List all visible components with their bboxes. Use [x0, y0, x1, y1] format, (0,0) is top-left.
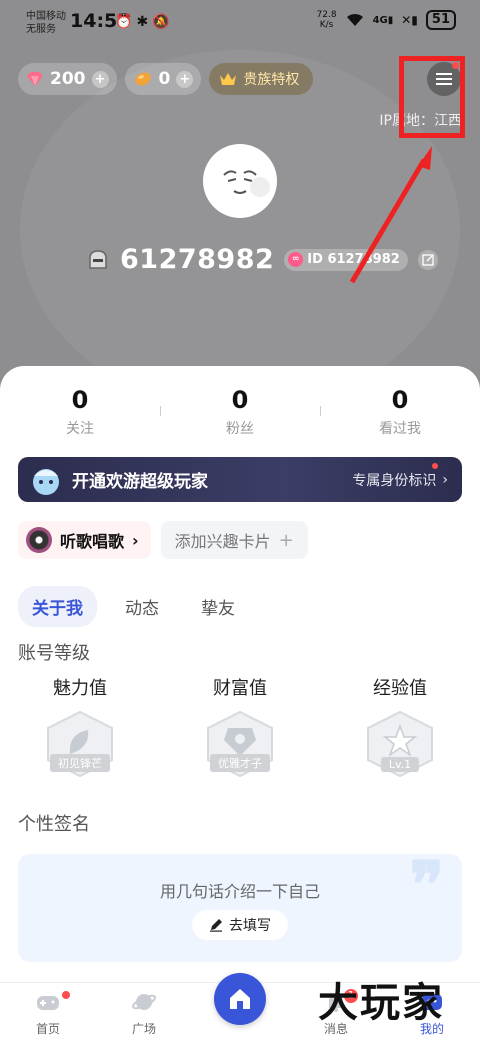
nav-center-home-button[interactable] — [214, 973, 266, 1025]
profile-content-sheet: 0 关注 0 粉丝 0 看过我 开通欢游超级玩家 专属身份标识 › 听歌唱歌 ›… — [0, 366, 480, 1040]
nav-square[interactable]: 广场 — [114, 989, 174, 1037]
exclusive-identity-link[interactable]: 专属身份标识 › — [352, 470, 448, 490]
super-player-banner[interactable]: 开通欢游超级玩家 专属身份标识 › — [18, 457, 462, 502]
tab-about-me[interactable]: 关于我 — [18, 586, 97, 627]
chevron-right-icon: › — [442, 471, 448, 488]
level-badge-label: 优雅才子 — [210, 754, 270, 772]
level-badge-label: Lv.1 — [380, 757, 420, 772]
level-experience[interactable]: 经验值 Lv.1 — [320, 674, 480, 778]
stats-row: 0 关注 0 粉丝 0 看过我 — [0, 386, 480, 438]
fill-signature-label: 去填写 — [229, 918, 271, 934]
experience-badge-icon: Lv.1 — [360, 710, 440, 778]
house-icon — [230, 989, 250, 1009]
banner-notification-dot — [432, 463, 438, 469]
super-player-title: 开通欢游超级玩家 — [72, 472, 208, 492]
music-disc-icon — [26, 527, 52, 553]
profile-header: 中国移动 无服务 14:57 ⏰✱🔕 72.8 K/s 4G▮ ✕▮ 51 20… — [0, 0, 480, 390]
planet-icon — [131, 994, 157, 1010]
interest-tags: 听歌唱歌 › 添加兴趣卡片 + — [18, 521, 308, 559]
gamepad-icon — [37, 996, 59, 1010]
account-levels: 魅力值 初见锋芒 财富值 优雅才子 经验值 Lv.1 — [0, 674, 480, 778]
watermark-logo: 大玩家 — [318, 979, 444, 1026]
stat-fans[interactable]: 0 粉丝 — [160, 386, 320, 438]
mascot-icon — [33, 468, 59, 495]
add-interest-card-label: 添加兴趣卡片 — [174, 532, 271, 551]
level-name: 经验值 — [373, 678, 427, 699]
level-charm[interactable]: 魅力值 初见锋芒 — [0, 674, 160, 778]
stat-following[interactable]: 0 关注 — [0, 386, 160, 438]
nav-home-label: 首页 — [35, 1022, 60, 1036]
signature-card: ❞ 用几句话介绍一下自己 去填写 — [18, 848, 462, 962]
charm-badge-icon: 初见锋芒 — [40, 710, 120, 778]
level-wealth[interactable]: 财富值 优雅才子 — [160, 674, 320, 778]
following-count: 0 — [71, 386, 89, 414]
level-name: 财富值 — [213, 678, 267, 699]
plus-icon: + — [278, 529, 294, 551]
wealth-badge-icon: 优雅才子 — [200, 710, 280, 778]
add-interest-card-button[interactable]: 添加兴趣卡片 + — [160, 521, 308, 559]
tab-moments[interactable]: 动态 — [111, 586, 173, 627]
stat-visitors[interactable]: 0 看过我 — [320, 386, 480, 438]
nav-home[interactable]: 首页 — [18, 989, 78, 1037]
account-level-title: 账号等级 — [18, 643, 90, 664]
following-label: 关注 — [66, 421, 94, 437]
tab-close-friends[interactable]: 挚友 — [187, 586, 249, 627]
fans-count: 0 — [231, 386, 249, 414]
signature-hint: 用几句话介绍一下自己 — [159, 882, 320, 901]
fill-signature-button[interactable]: 去填写 — [192, 910, 288, 940]
interest-tag-label: 听歌唱歌 — [60, 532, 125, 551]
visitors-label: 看过我 — [379, 421, 421, 437]
annotation-arrow — [349, 146, 432, 284]
visitors-count: 0 — [391, 386, 409, 414]
exclusive-identity-label: 专属身份标识 — [352, 472, 437, 489]
level-badge-label: 初见锋芒 — [50, 754, 110, 772]
stats-divider — [320, 406, 321, 416]
home-notification-dot — [62, 991, 70, 999]
nav-square-label: 广场 — [131, 1022, 156, 1036]
signature-title: 个性签名 — [18, 814, 90, 835]
stats-divider — [160, 406, 161, 416]
interest-tag-song[interactable]: 听歌唱歌 › — [18, 521, 151, 559]
level-name: 魅力值 — [53, 678, 107, 699]
fans-label: 粉丝 — [226, 421, 254, 437]
pen-icon — [210, 919, 222, 932]
profile-tabs: 关于我 动态 挚友 — [18, 586, 249, 627]
chevron-right-icon: › — [132, 530, 139, 550]
